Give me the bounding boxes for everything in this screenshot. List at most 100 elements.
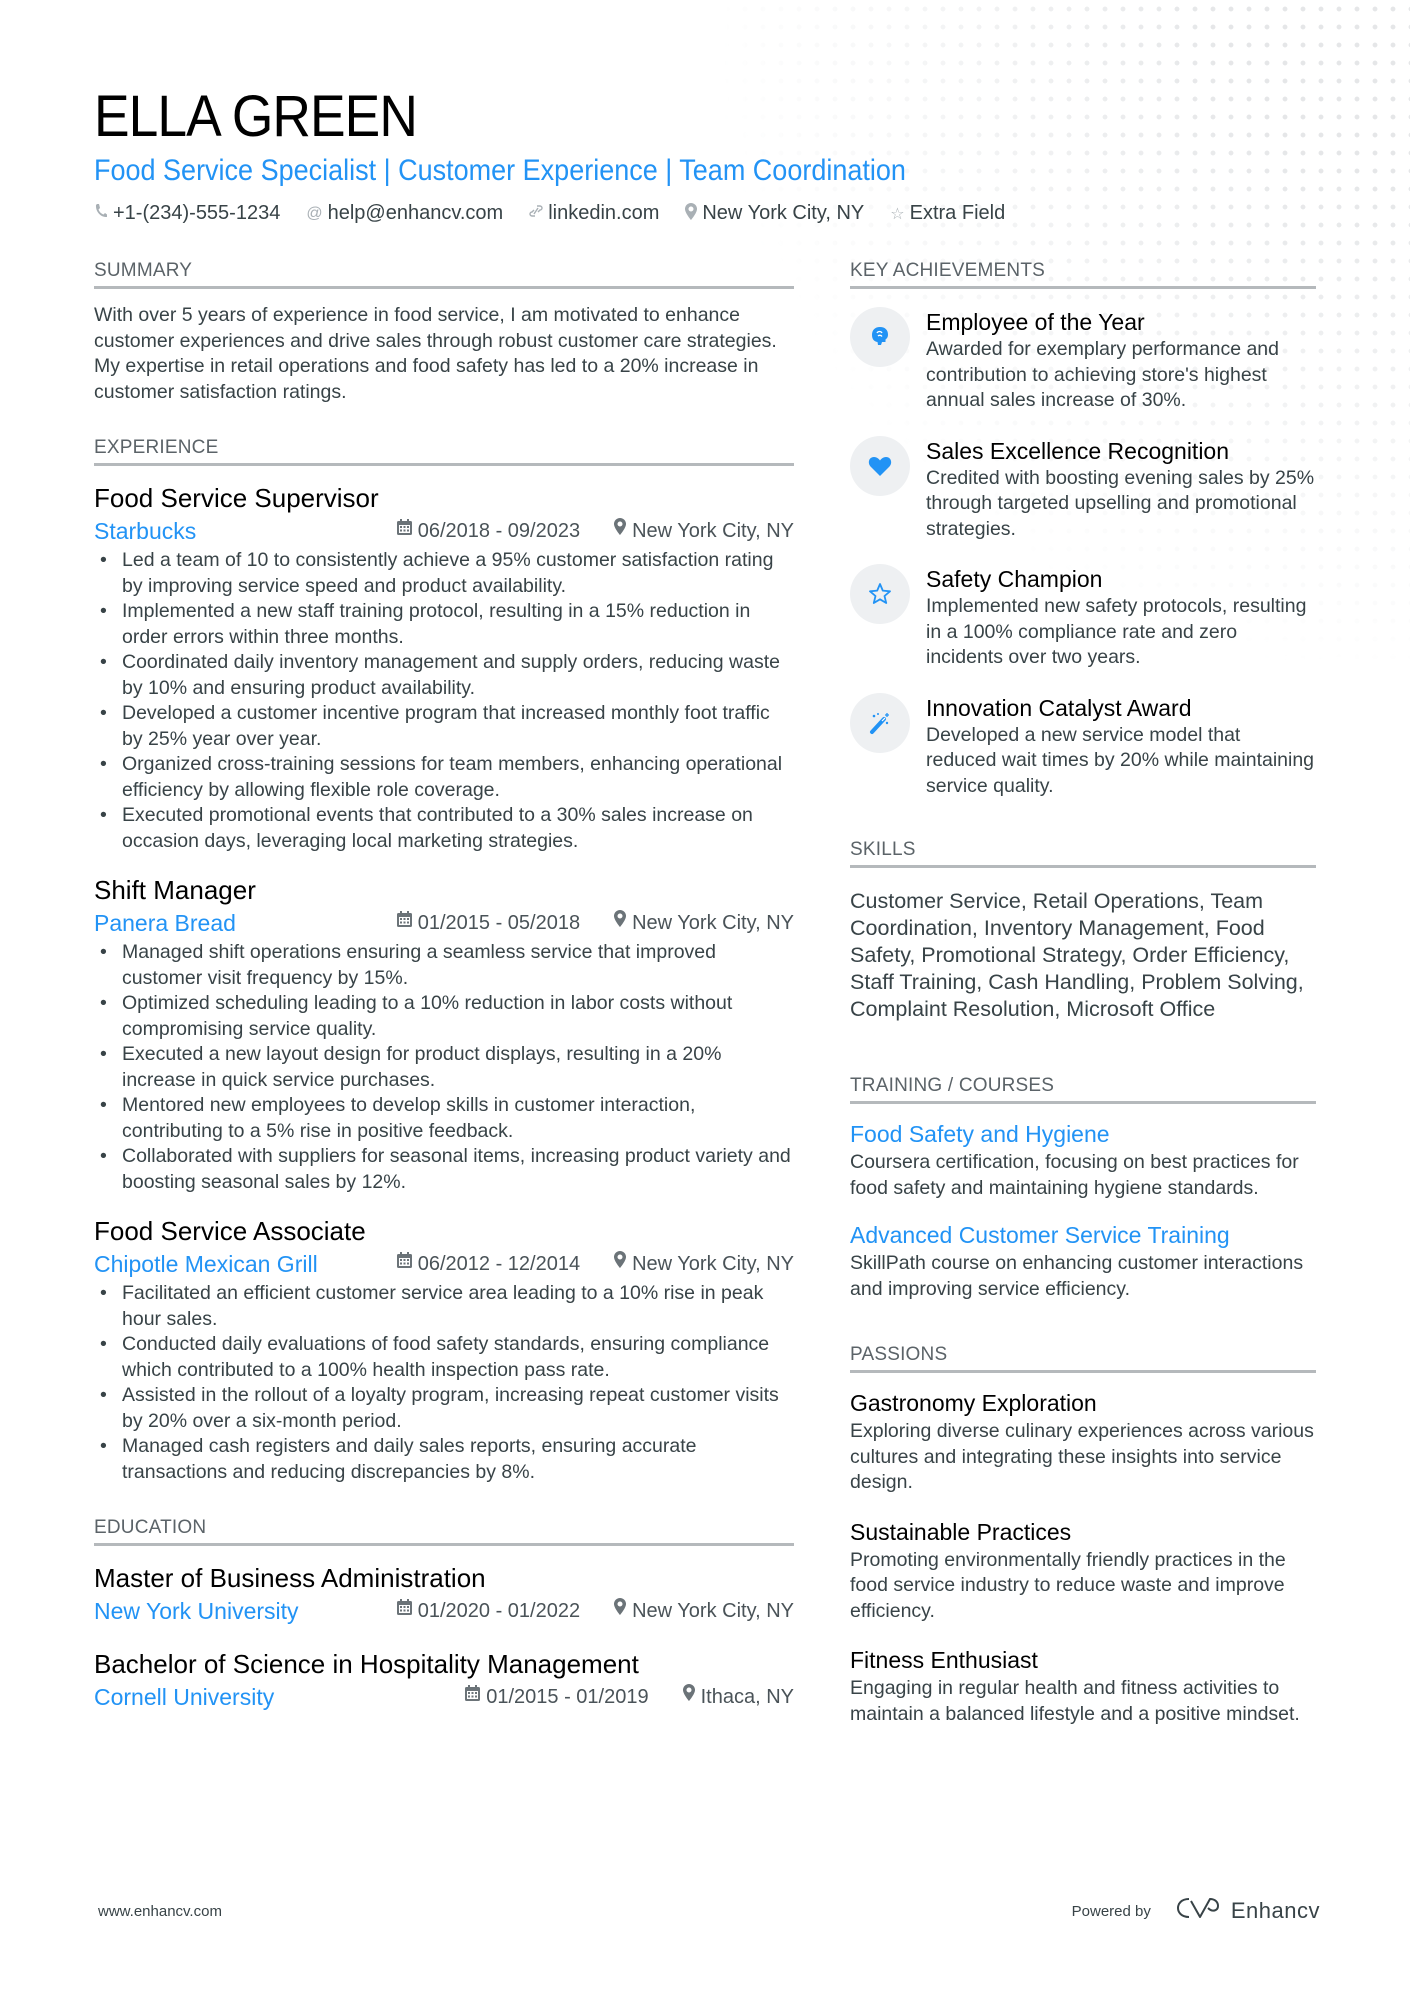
powered-by: Powered by Enhancv	[1072, 1895, 1320, 1927]
resume-page: ELLA GREEN Food Service Specialist | Cus…	[0, 0, 1410, 1995]
footer-website-link[interactable]: www.enhancv.com	[98, 1903, 222, 1920]
star-icon: ☆	[890, 205, 905, 223]
enhancv-logo[interactable]: Enhancv	[1175, 1895, 1320, 1927]
bullet-item: Collaborated with suppliers for seasonal…	[94, 1144, 794, 1195]
passion-item: Gastronomy Exploration Exploring diverse…	[850, 1387, 1316, 1496]
course-title[interactable]: Food Safety and Hygiene	[850, 1118, 1316, 1150]
bullet-item: Led a team of 10 to consistently achieve…	[94, 548, 794, 599]
contact-linkedin-text: linkedin.com	[548, 202, 660, 224]
job-dates: 06/2018 - 09/2023	[396, 516, 581, 546]
education-meta: New York University 01/2020 - 01/2022 Ne…	[94, 1596, 794, 1626]
education-dates: 01/2015 - 01/2019	[465, 1682, 649, 1712]
magic-wand-icon	[850, 692, 910, 753]
bullet-item: Facilitated an efficient customer servic…	[94, 1281, 794, 1332]
enhancv-logo-text: Enhancv	[1230, 1898, 1320, 1923]
bullet-item: Implemented a new staff training protoco…	[94, 599, 794, 650]
education-dates: 01/2020 - 01/2022	[396, 1596, 580, 1626]
company-name[interactable]: Starbucks	[94, 516, 397, 546]
education-section: EDUCATION Master of Business Administrat…	[94, 1515, 794, 1712]
achievement-title: Sales Excellence Recognition	[926, 437, 1230, 464]
achievement-item: Innovation Catalyst Award Developed a ne…	[850, 692, 1316, 800]
job-location-text: New York City, NY	[632, 1253, 794, 1275]
bullet-item: Optimized scheduling leading to a 10% re…	[94, 991, 794, 1042]
company-name[interactable]: Panera Bread	[94, 908, 397, 938]
education-location: New York City, NY	[614, 1596, 794, 1626]
company-name[interactable]: Chipotle Mexican Grill	[94, 1249, 397, 1279]
course-desc: Coursera certification, focusing on best…	[850, 1151, 1299, 1199]
passion-item: Sustainable Practices Promoting environm…	[850, 1516, 1316, 1625]
job-location-text: New York City, NY	[632, 912, 794, 934]
location-icon	[614, 1596, 627, 1626]
candidate-title: Food Service Specialist | Customer Exper…	[94, 154, 906, 187]
job-dates-text: 06/2012 - 12/2014	[417, 1253, 581, 1275]
experience-heading: EXPERIENCE	[94, 435, 794, 466]
right-column: KEY ACHIEVEMENTS Employee of the Year Aw…	[850, 258, 1316, 1757]
job-meta: Panera Bread 01/2015 - 05/2018 New York …	[94, 908, 794, 938]
link-icon	[529, 203, 543, 224]
calendar-icon	[465, 1682, 481, 1712]
education-location-text: New York City, NY	[632, 1600, 794, 1622]
job-location: New York City, NY	[614, 908, 794, 938]
contact-extra: ☆ Extra Field	[890, 202, 1005, 225]
passions-heading: PASSIONS	[850, 1342, 1316, 1373]
phone-icon	[94, 203, 108, 224]
job-dates: 06/2012 - 12/2014	[396, 1249, 581, 1279]
location-icon	[614, 908, 627, 938]
powered-by-label: Powered by	[1071, 1902, 1151, 1920]
star-icon	[850, 564, 910, 624]
calendar-icon	[396, 1249, 412, 1279]
calendar-icon	[396, 516, 412, 546]
education-entry: Master of Business Administration New Yo…	[94, 1560, 794, 1626]
contact-location: New York City, NY	[685, 202, 864, 225]
contact-phone-text: +1-(234)-555-1234	[113, 202, 281, 224]
bullet-item: Organized cross-training sessions for te…	[94, 752, 794, 803]
contact-email-text: help@enhancv.com	[327, 202, 504, 224]
job-bullets: Facilitated an efficient customer servic…	[94, 1281, 794, 1485]
bullet-item: Managed cash registers and daily sales r…	[94, 1434, 794, 1485]
education-dates-text: 01/2015 - 01/2019	[486, 1686, 649, 1708]
achievement-item: Safety Champion Implemented new safety p…	[850, 564, 1316, 671]
degree-title: Master of Business Administration	[94, 1563, 486, 1593]
achievement-desc: Developed a new service model that reduc…	[926, 723, 1315, 797]
education-entry: Bachelor of Science in Hospitality Manag…	[94, 1646, 794, 1712]
job-entry: Shift Manager Panera Bread 01/2015 - 05/…	[94, 872, 794, 1195]
bullet-item: Coordinated daily inventory management a…	[94, 650, 794, 701]
job-dates-text: 01/2015 - 05/2018	[417, 912, 581, 934]
school-name[interactable]: Cornell University	[94, 1682, 465, 1712]
training-heading: TRAINING / COURSES	[850, 1073, 1316, 1104]
course-title[interactable]: Advanced Customer Service Training	[850, 1219, 1316, 1251]
contact-linkedin[interactable]: linkedin.com	[529, 202, 659, 225]
achievements-section: KEY ACHIEVEMENTS Employee of the Year Aw…	[850, 258, 1316, 799]
job-entry: Food Service Associate Chipotle Mexican …	[94, 1213, 794, 1485]
location-icon	[614, 1249, 627, 1279]
experience-section: EXPERIENCE Food Service Supervisor Starb…	[94, 435, 794, 1485]
skills-heading: SKILLS	[850, 837, 1316, 868]
passion-desc: Exploring diverse culinary experiences a…	[850, 1420, 1314, 1493]
passion-title: Fitness Enthusiast	[850, 1647, 1038, 1673]
contact-email[interactable]: @ help@enhancv.com	[306, 202, 503, 225]
contact-bar: +1-(234)-555-1234 @ help@enhancv.com lin…	[94, 202, 1324, 225]
contact-phone[interactable]: +1-(234)-555-1234	[94, 202, 280, 225]
bullet-item: Conducted daily evaluations of food safe…	[94, 1332, 794, 1383]
achievements-heading: KEY ACHIEVEMENTS	[850, 258, 1316, 289]
job-location: New York City, NY	[614, 1249, 794, 1279]
heart-icon	[850, 435, 910, 496]
job-location: New York City, NY	[614, 516, 794, 546]
candidate-name: ELLA GREEN	[94, 84, 418, 149]
training-section: TRAINING / COURSES Food Safety and Hygie…	[850, 1073, 1316, 1302]
bullet-item: Assisted in the rollout of a loyalty pro…	[94, 1383, 794, 1434]
education-location: Ithaca, NY	[682, 1682, 794, 1712]
school-name[interactable]: New York University	[94, 1596, 397, 1626]
achievement-desc: Awarded for exemplary performance and co…	[926, 338, 1279, 411]
bullet-item: Executed a new layout design for product…	[94, 1042, 794, 1093]
job-title: Food Service Associate	[94, 1216, 366, 1246]
location-icon	[685, 202, 698, 225]
achievement-desc: Implemented new safety protocols, result…	[926, 595, 1307, 668]
summary-section: SUMMARY With over 5 years of experience …	[94, 258, 794, 405]
education-location-text: Ithaca, NY	[700, 1686, 794, 1708]
job-dates: 01/2015 - 05/2018	[396, 908, 581, 938]
contact-location-text: New York City, NY	[702, 202, 865, 224]
bullet-item: Developed a customer incentive program t…	[94, 701, 794, 752]
job-dates-text: 06/2018 - 09/2023	[417, 520, 581, 542]
education-heading: EDUCATION	[94, 1515, 794, 1546]
